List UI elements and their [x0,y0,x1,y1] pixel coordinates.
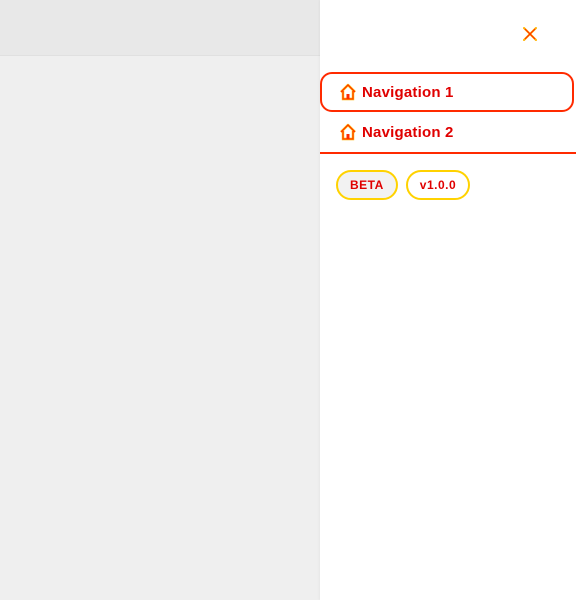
page: Navigation 1 Navigation 2 BETA v1.0.0 [0,0,576,600]
nav-item-label: Navigation 2 [362,123,454,141]
version-badge: v1.0.0 [405,170,471,200]
nav-list: Navigation 1 Navigation 2 [320,72,576,154]
badge-group: BETA v1.0.0 [336,170,471,200]
beta-badge: BETA [336,170,398,200]
navigation-drawer: Navigation 1 Navigation 2 BETA v1.0.0 [320,0,576,600]
nav-item-navigation-1[interactable]: Navigation 1 [320,72,574,112]
close-button[interactable] [520,26,540,46]
app-header [0,0,320,56]
drawer-backdrop[interactable] [0,56,320,600]
home-icon [338,82,358,102]
home-icon [338,122,358,142]
close-icon [522,26,538,47]
nav-item-label: Navigation 1 [362,83,454,101]
nav-item-navigation-2[interactable]: Navigation 2 [320,112,576,152]
nav-divider [320,152,576,154]
